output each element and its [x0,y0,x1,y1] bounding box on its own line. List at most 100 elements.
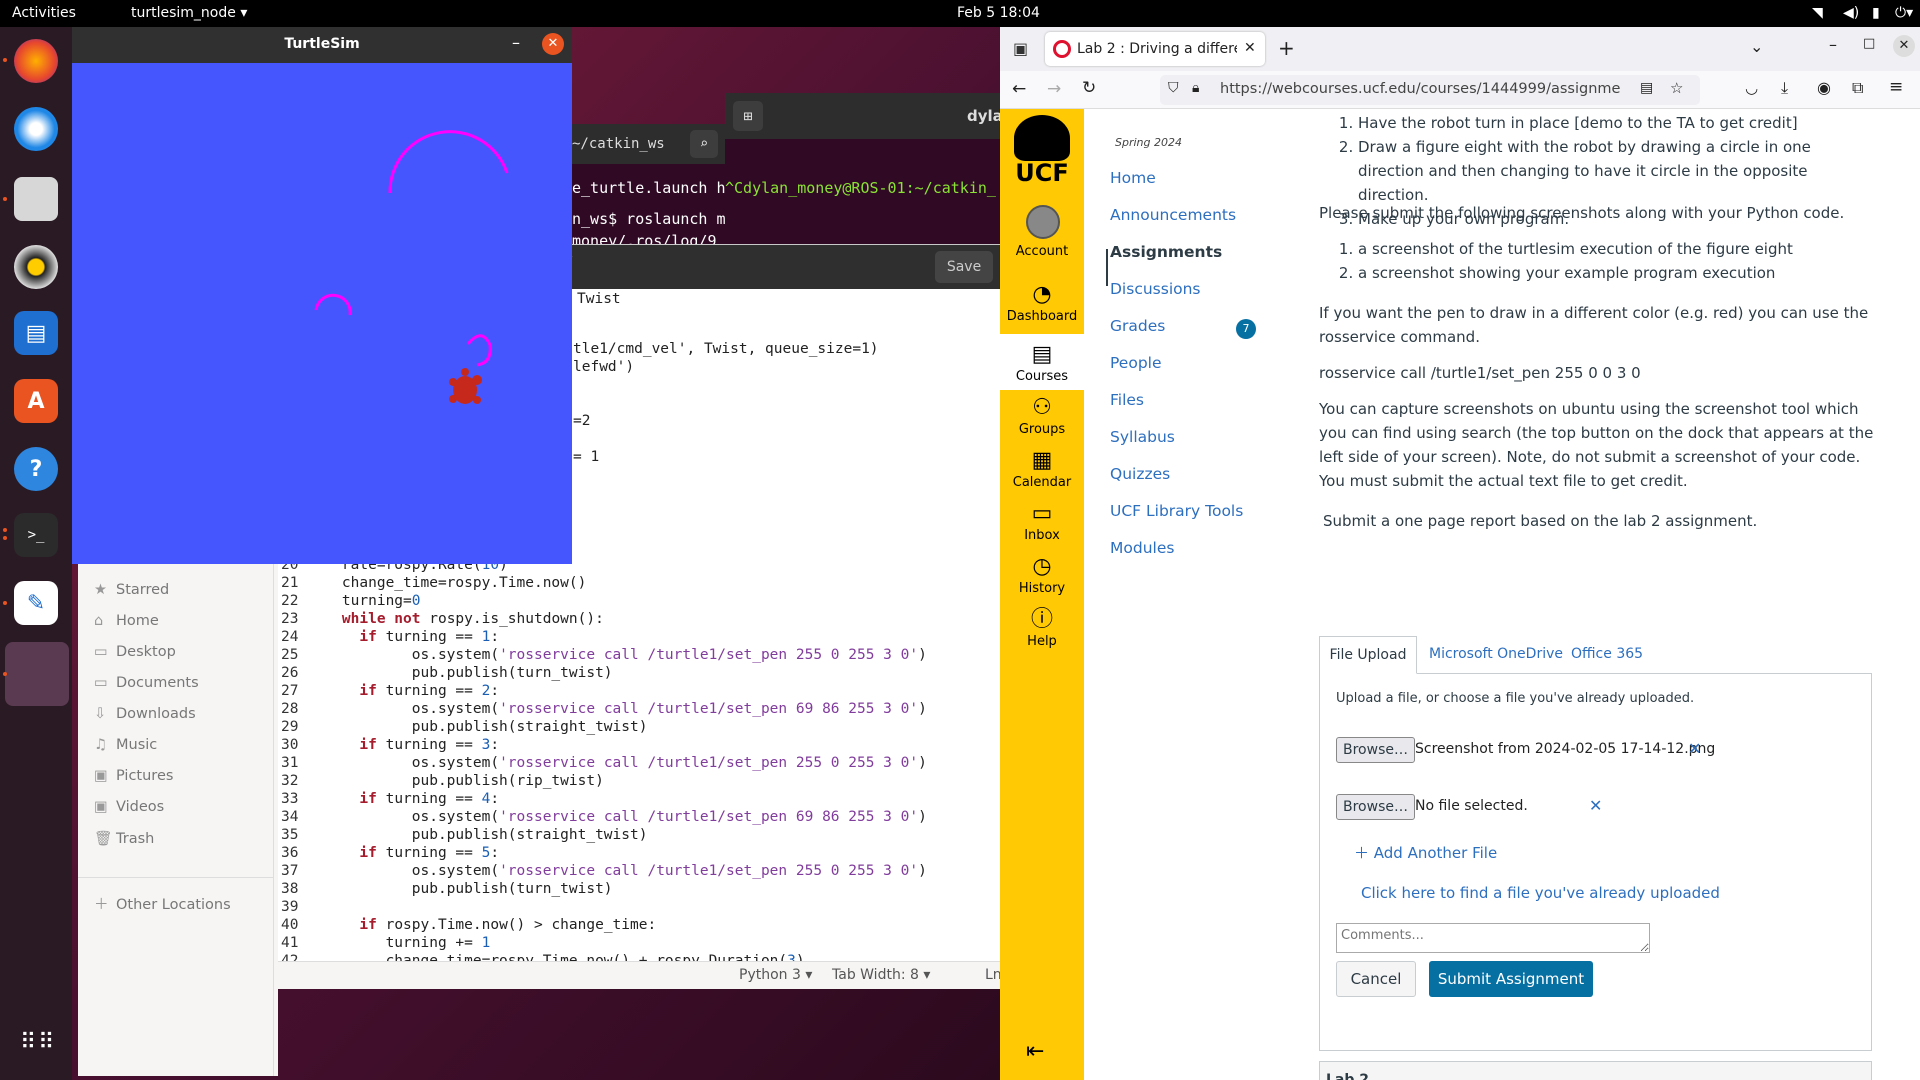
find-file-link[interactable]: Click here to find a file you've already… [1361,884,1720,902]
nav-dashboard[interactable]: ◔ Dashboard [1000,281,1084,324]
files-sidebar-item[interactable]: ★ Starred [94,582,169,598]
line-number: 39 [281,899,299,915]
course-nav-item[interactable]: Assignments [1110,243,1222,261]
course-nav-item[interactable]: Quizzes [1110,465,1170,483]
comments-textarea[interactable] [1336,923,1650,953]
terminal-icon[interactable]: >_ [14,513,58,557]
search-icon[interactable]: ⌕ [690,130,718,158]
language-selector[interactable]: Python 3 ▾ [739,967,812,983]
course-nav-item[interactable]: Home [1110,169,1156,187]
tab-file-upload[interactable]: File Upload [1319,636,1417,674]
reader-view-icon[interactable]: ▤ [1640,80,1653,96]
activities-button[interactable]: Activities [12,5,76,21]
sidebar-item-icon: ⌂ [94,613,104,629]
tab-onedrive[interactable]: Microsoft OneDrive [1429,646,1563,662]
course-nav-item[interactable]: Syllabus [1110,428,1175,446]
sidebar-item-icon: ★ [94,582,107,598]
nav-history[interactable]: ◷ History [1000,553,1084,596]
wifi-icon[interactable]: ◥ [1812,5,1823,21]
save-button[interactable]: Save [935,251,993,283]
remove-file-icon[interactable]: ✕ [1589,796,1602,815]
nav-account[interactable]: Account [1000,244,1084,259]
cancel-button[interactable]: Cancel [1336,961,1416,997]
submit-assignment-button[interactable]: Submit Assignment [1429,961,1593,997]
window-close-icon[interactable]: ✕ [1893,35,1915,57]
terminal-tab[interactable]: ~/catkin_ws ⌕ [572,124,727,164]
text-editor-icon[interactable]: ✎ [14,581,58,625]
files-sidebar-item[interactable]: ⌂ Home [94,613,159,629]
course-nav-item[interactable]: Grades [1110,317,1165,335]
tab-office365[interactable]: Office 365 [1571,646,1643,662]
account-icon[interactable]: ◉ [1817,78,1831,97]
thunderbird-icon[interactable] [14,107,58,151]
shield-icon[interactable]: ⛉ [1168,80,1179,96]
files-sidebar-item[interactable]: ＋ Other Locations [94,893,231,914]
nav-help[interactable]: ⓘ Help [1000,606,1084,649]
back-icon[interactable]: ← [1012,79,1026,99]
ucf-pegasus-logo[interactable] [1014,115,1070,161]
power-icon[interactable]: ⏻▾ [1895,5,1913,21]
tab-active[interactable]: Lab 2 : Driving a differen ✕ [1045,32,1265,66]
course-nav-item[interactable]: Modules [1110,539,1174,557]
nav-groups[interactable]: ⚇ Groups [1000,394,1084,437]
writer-icon[interactable]: ▤ [14,311,58,355]
course-nav-item[interactable]: Discussions [1110,280,1201,298]
course-nav-item[interactable]: People [1110,354,1162,372]
show-apps-icon[interactable]: ⠿⠿ [20,1027,54,1059]
terminal-window-2[interactable]: ⊞ dyla ^Cdylan_money@ROS-01:~/catkin_ [725,93,1003,245]
add-another-file-link[interactable]: ＋ Add Another File [1354,842,1497,863]
turtlesim-window[interactable]: TurtleSim – ✕ [72,27,572,564]
tab-list-icon[interactable]: ▣ [1013,39,1028,58]
tab-width-selector[interactable]: Tab Width: 8 ▾ [832,967,930,983]
pocket-icon[interactable]: ◡ [1745,79,1758,97]
remove-file-icon[interactable]: ✕ [1688,739,1701,758]
browse-button-2[interactable]: Browse… [1336,794,1415,820]
software-icon[interactable]: A [14,379,58,423]
forward-icon[interactable]: → [1047,79,1061,99]
files-sidebar-item[interactable]: ▣ Pictures [94,768,173,784]
files-sidebar-item[interactable]: ▣ Videos [94,799,164,815]
browser-window[interactable]: ▣ Lab 2 : Driving a differen ✕ + ⌄ – □ ✕… [1000,27,1920,1080]
turtlesim-titlebar[interactable]: TurtleSim – ✕ [72,27,572,63]
nav-calendar[interactable]: ▦ Calendar [1000,447,1084,490]
minimize-icon[interactable]: – [512,33,520,52]
files-sidebar-item[interactable]: ▭ Documents [94,675,199,691]
battery-icon[interactable]: ▮ [1872,5,1880,21]
menu-icon[interactable]: ≡ [1889,77,1903,97]
url-bar[interactable]: ⛉ 🔒︎ https://webcourses.ucf.edu/courses/… [1160,75,1700,105]
account-avatar[interactable] [1026,205,1060,239]
window-maximize-icon[interactable]: □ [1863,36,1875,51]
nav-courses[interactable]: ▤ Courses [1000,341,1084,384]
files-sidebar-item[interactable]: ♫ Music [94,737,157,753]
ucf-logo-text[interactable]: UCF [1000,159,1084,187]
files-window-sidebar: ★ Starred ⌂ Home ▭ Desktop ▭ Documents ⇩ Download… [78,560,278,1076]
reload-icon[interactable]: ↻ [1082,78,1096,98]
browse-button-1[interactable]: Browse… [1336,737,1415,763]
window-minimize-icon[interactable]: – [1829,35,1837,54]
lock-icon[interactable]: 🔒︎ [1192,80,1199,96]
volume-icon[interactable]: ◀) [1843,5,1859,21]
files-sidebar-item[interactable]: 🗑︎ Trash [94,830,154,847]
files-sidebar-item[interactable]: ▭ Desktop [94,644,176,660]
rhythmbox-icon[interactable] [14,245,58,289]
close-icon[interactable]: ✕ [542,33,564,55]
clock[interactable]: Feb 5 18:04 [957,5,1040,21]
turtlesim-dock-icon[interactable] [5,642,69,706]
tab-close-icon[interactable]: ✕ [1244,40,1256,56]
files-icon[interactable] [14,177,58,221]
help-icon[interactable]: ? [14,447,58,491]
app-menu[interactable]: turtlesim_node ▾ [131,5,247,21]
course-nav-item[interactable]: UCF Library Tools [1110,502,1243,520]
nav-inbox[interactable]: ▭ Inbox [1000,500,1084,543]
bookmark-star-icon[interactable]: ☆ [1670,79,1683,97]
files-sidebar-item[interactable]: ⇩ Downloads [94,706,196,722]
new-tab-icon[interactable]: ⊞ [733,101,763,131]
firefox-icon[interactable] [14,39,58,83]
course-nav-item[interactable]: Announcements [1110,206,1236,224]
new-tab-icon[interactable]: + [1278,36,1295,60]
collapse-nav-icon[interactable]: ⇤ [1026,1039,1044,1064]
list-all-tabs-icon[interactable]: ⌄ [1750,37,1763,56]
extensions-icon[interactable]: ⧉ [1852,78,1863,98]
course-nav-item[interactable]: Files [1110,391,1144,409]
downloads-icon[interactable]: ⤓ [1781,78,1788,98]
